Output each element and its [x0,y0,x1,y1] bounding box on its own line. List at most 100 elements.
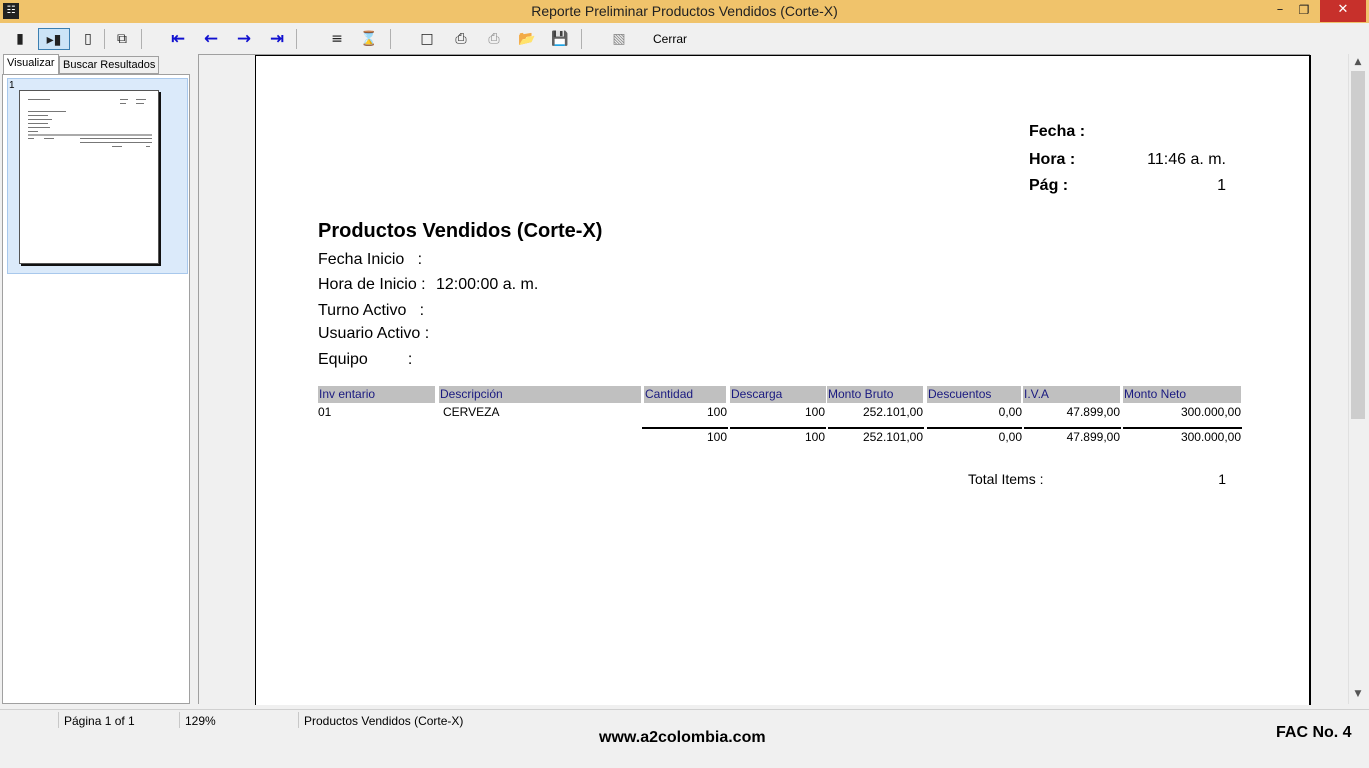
column-header-cantidad: Cantidad [644,386,726,403]
open-folder-icon[interactable]: 📂 [515,28,539,50]
maximize-button[interactable]: ❐ [1292,0,1316,22]
fecha-label: Fecha : [1029,123,1086,140]
thumb-line [120,99,128,100]
thumb-line [28,134,152,136]
last-page-icon[interactable]: ⇥ [265,28,289,50]
single-page-view-icon[interactable]: ▮ [8,28,32,50]
report-page: Fecha : Hora : 11:46 a. m. Pág : 1 Produ… [255,55,1311,705]
minimize-button[interactable]: – [1268,0,1292,22]
total-rule [927,427,1022,429]
multi-page-view-icon[interactable]: ⧉ [110,28,134,50]
thumbnail-panel: 1 [2,74,190,704]
fecha-inicio-label: Fecha Inicio : [318,251,423,268]
tab-buscar-resultados[interactable]: Buscar Resultados [59,56,160,74]
thumb-line [28,115,48,116]
total-monto-bruto: 252.101,00 [862,430,923,444]
pag-label: Pág : [1029,177,1069,194]
cell-descarga: 100 [804,405,825,419]
total-iva: 47.899,00 [1066,430,1120,444]
toolbar-separator [581,29,582,49]
thumb-line [112,146,122,147]
status-page: Página 1 of 1 [64,714,135,728]
page-width-view-icon[interactable]: ▸▮ [38,28,70,50]
close-window-button[interactable]: ✕ [1320,0,1366,22]
column-header-monto-neto: Monto Neto [1123,386,1241,403]
thumbnail-page[interactable] [19,90,159,264]
scrollbar-thumb[interactable] [1351,71,1365,419]
hora-inicio-value: 12:00:00 a. m. [436,276,539,293]
status-zoom: 129% [185,714,216,728]
print-icon[interactable]: ⎙ [482,28,506,50]
toolbar-separator [141,29,142,49]
find-binoculars-icon[interactable]: ⌛ [357,28,381,50]
tab-visualizar[interactable]: Visualizar [3,54,59,74]
previous-page-icon[interactable]: ← [199,28,223,50]
turno-activo-label: Turno Activo : [318,302,425,319]
footer-fac-number: FAC No. 4 [1276,724,1352,741]
go-to-page-icon[interactable]: ≡ [325,28,349,50]
hora-value: 11:46 a. m. [1147,151,1226,168]
toolbar: ▮ ▸▮ ▯ ⧉ ⇤ ← → ⇥ ≡ ⌛ □ ⎙ ⎙ 📂 💾 ▧ Cerrar [0,23,1369,54]
usuario-activo-label: Usuario Activo : [318,325,430,342]
new-document-icon[interactable]: □ [415,28,439,50]
title-bar: ☷ Reporte Preliminar Productos Vendidos … [0,0,1369,23]
report-title: Productos Vendidos (Corte-X) [318,220,603,242]
total-items-value: 1 [1218,471,1226,487]
scroll-up-icon[interactable]: ▲ [1349,54,1367,71]
left-tabstrip: Visualizar Buscar Resultados [0,54,196,74]
first-page-icon[interactable]: ⇤ [166,28,190,50]
vertical-scrollbar[interactable]: ▲ ▼ [1348,54,1366,704]
status-bar: Página 1 of 1 129% Productos Vendidos (C… [0,709,1369,729]
column-header-descripcion: Descripción [439,386,641,403]
save-icon[interactable]: 💾 [548,28,572,50]
thumb-line [136,99,146,100]
thumb-line [44,138,54,139]
thumb-line [28,111,66,112]
window-title: Reporte Preliminar Productos Vendidos (C… [531,3,838,19]
cell-cantidad: 100 [706,405,727,419]
print-setup-icon[interactable]: ⎙ [449,28,473,50]
close-report-button[interactable]: Cerrar [653,32,687,46]
thumb-line [120,103,126,104]
thumbnail-number: 1 [9,80,15,91]
thumb-line [136,103,144,104]
thumb-line [28,127,50,128]
toolbar-separator [296,29,297,49]
status-report-name: Productos Vendidos (Corte-X) [304,714,464,728]
cell-descuentos: 0,00 [998,405,1022,419]
thumb-line [146,146,150,147]
thumb-line [80,138,152,139]
total-rule [828,427,924,429]
total-rule [1024,427,1121,429]
hora-label: Hora : [1029,151,1076,168]
column-header-iva: I.V.A [1023,386,1120,403]
total-cantidad: 100 [706,430,727,444]
total-monto-neto: 300.000,00 [1180,430,1241,444]
cell-descripcion: CERVEZA [443,405,500,419]
total-rule [1123,427,1242,429]
status-separator [179,712,180,728]
total-rule [642,427,728,429]
cell-iva: 47.899,00 [1066,405,1120,419]
cell-monto-bruto: 252.101,00 [862,405,923,419]
toolbar-separator [390,29,391,49]
column-header-monto-bruto: Monto Bruto [827,386,923,403]
thumb-line [28,138,34,139]
toolbar-separator [104,29,105,49]
equipo-label: Equipo : [318,351,413,368]
column-header-descuentos: Descuentos [927,386,1021,403]
next-page-icon[interactable]: → [232,28,256,50]
whole-page-view-icon[interactable]: ▯ [76,28,100,50]
export-icon[interactable]: ▧ [607,28,631,50]
thumb-line [28,99,50,100]
total-items-label: Total Items : [968,471,1044,487]
total-rule [730,427,826,429]
status-separator [58,712,59,728]
pag-value: 1 [1217,177,1226,194]
thumb-line [80,142,152,143]
hora-inicio-label: Hora de Inicio : [318,276,426,293]
thumb-line [28,123,48,124]
scroll-down-icon[interactable]: ▼ [1349,686,1367,703]
cell-inventario: 01 [318,405,332,419]
column-header-descarga: Descarga [730,386,826,403]
